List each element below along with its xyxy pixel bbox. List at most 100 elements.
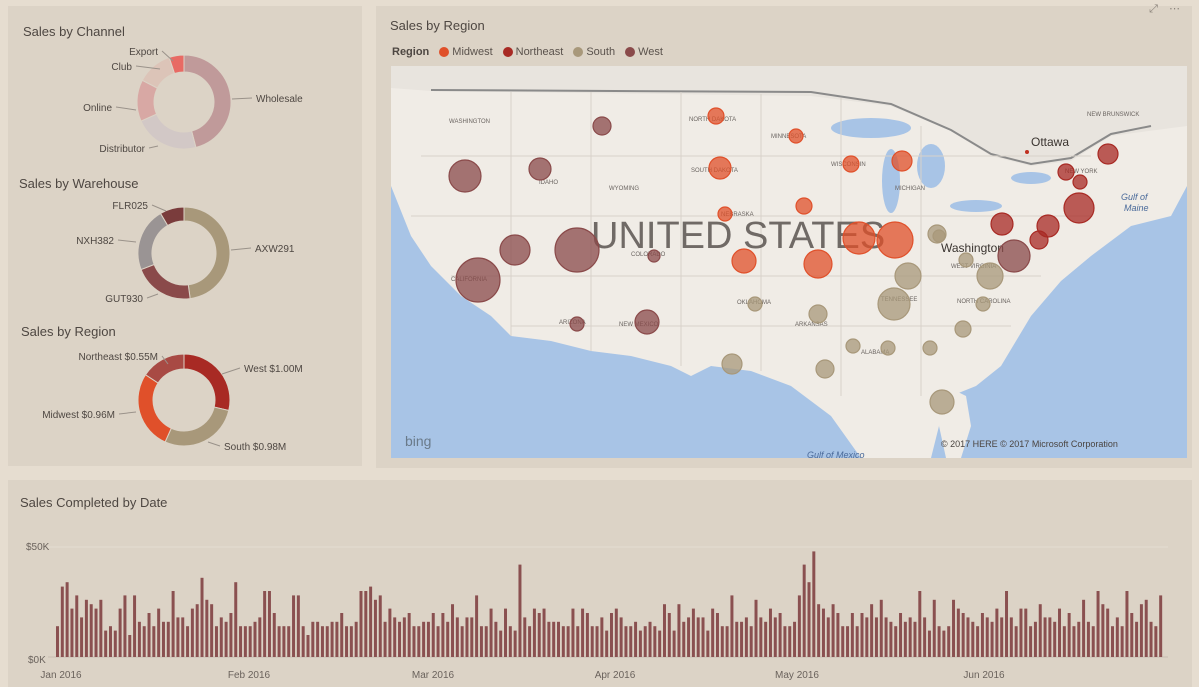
date-bar[interactable] — [1086, 621, 1090, 657]
date-bar[interactable] — [1000, 617, 1004, 657]
date-bar[interactable] — [316, 621, 320, 657]
date-bar[interactable] — [667, 613, 671, 657]
date-bar[interactable] — [870, 604, 874, 657]
date-bar[interactable] — [1005, 591, 1009, 657]
focus-mode-icon[interactable]: ⤢ ⋯ — [1149, 2, 1184, 16]
date-bar[interactable] — [773, 617, 777, 657]
date-bar[interactable] — [243, 626, 247, 657]
date-bar[interactable] — [484, 626, 488, 657]
date-bar[interactable] — [985, 617, 989, 657]
date-bar[interactable] — [1159, 595, 1163, 657]
map-bubble[interactable] — [877, 287, 911, 321]
map-bubble[interactable] — [876, 221, 914, 259]
date-bar[interactable] — [330, 621, 334, 657]
date-bar[interactable] — [94, 608, 98, 657]
date-bar[interactable] — [807, 582, 811, 657]
date-bar[interactable] — [561, 626, 565, 657]
date-bar[interactable] — [378, 595, 382, 657]
date-bar[interactable] — [768, 608, 772, 657]
legend-item-midwest[interactable]: Midwest — [439, 46, 493, 58]
date-bar[interactable] — [75, 595, 79, 657]
date-bar[interactable] — [253, 621, 257, 657]
date-bar[interactable] — [455, 617, 459, 657]
date-bar[interactable] — [451, 604, 455, 657]
date-bar[interactable] — [1154, 626, 1158, 657]
date-bar[interactable] — [393, 617, 397, 657]
date-bar[interactable] — [1053, 621, 1057, 657]
date-bar[interactable] — [248, 626, 252, 657]
map-bubble[interactable] — [808, 304, 828, 324]
date-bar[interactable] — [398, 621, 402, 657]
date-bar[interactable] — [402, 617, 406, 657]
date-bar[interactable] — [147, 613, 151, 657]
map-bubble[interactable] — [499, 234, 531, 266]
date-bar[interactable] — [292, 595, 296, 657]
date-bar[interactable] — [720, 626, 724, 657]
date-bar[interactable] — [431, 613, 435, 657]
date-bar[interactable] — [1082, 599, 1086, 657]
map-bubble[interactable] — [592, 116, 612, 136]
date-bar[interactable] — [475, 595, 479, 657]
date-bar[interactable] — [956, 608, 960, 657]
date-bar[interactable] — [1019, 608, 1023, 657]
map-bubble[interactable] — [842, 155, 860, 173]
date-bar[interactable] — [788, 626, 792, 657]
date-bar[interactable] — [961, 613, 965, 657]
map-bubble[interactable] — [803, 249, 833, 279]
date-bar[interactable] — [846, 626, 850, 657]
donut-slice[interactable] — [140, 263, 191, 300]
map-bubble[interactable] — [997, 239, 1031, 273]
date-bar[interactable] — [1101, 604, 1105, 657]
date-bar[interactable] — [1106, 608, 1110, 657]
date-bar[interactable] — [210, 604, 214, 657]
date-bar[interactable] — [706, 630, 710, 657]
date-bar[interactable] — [662, 604, 666, 657]
date-bar[interactable] — [460, 626, 464, 657]
donut-slice[interactable] — [137, 212, 169, 271]
date-bar[interactable] — [108, 626, 112, 657]
date-bar[interactable] — [1043, 617, 1047, 657]
date-bar[interactable] — [489, 608, 493, 657]
date-bar[interactable] — [879, 599, 883, 657]
map-bubble[interactable] — [891, 150, 913, 172]
date-bar[interactable] — [234, 582, 238, 657]
date-bar[interactable] — [687, 617, 691, 657]
date-bar[interactable] — [176, 617, 180, 657]
date-bar[interactable] — [927, 630, 931, 657]
date-bar[interactable] — [725, 626, 729, 657]
date-bar[interactable] — [971, 621, 975, 657]
date-bar[interactable] — [513, 630, 517, 657]
date-bar[interactable] — [590, 626, 594, 657]
date-bar[interactable] — [966, 617, 970, 657]
date-bar[interactable] — [566, 626, 570, 657]
date-bar[interactable] — [1009, 617, 1013, 657]
map-bubble[interactable] — [990, 212, 1014, 236]
date-bar[interactable] — [388, 608, 392, 657]
date-bar[interactable] — [691, 608, 695, 657]
map-bubble[interactable] — [795, 197, 813, 215]
date-bar[interactable] — [137, 621, 141, 657]
date-bar[interactable] — [537, 613, 541, 657]
date-bar[interactable] — [817, 604, 821, 657]
date-bar[interactable] — [272, 613, 276, 657]
date-bar[interactable] — [653, 626, 657, 657]
date-bar[interactable] — [504, 608, 508, 657]
map-bubble[interactable] — [721, 353, 743, 375]
date-bar[interactable] — [441, 613, 445, 657]
date-bar[interactable] — [528, 626, 532, 657]
date-bar[interactable] — [605, 630, 609, 657]
donut-slice[interactable] — [140, 113, 197, 150]
date-bar[interactable] — [677, 604, 681, 657]
legend-item-west[interactable]: West — [625, 46, 663, 58]
map-bubble[interactable] — [717, 206, 733, 222]
date-bar[interactable] — [354, 621, 358, 657]
date-bar[interactable] — [744, 617, 748, 657]
date-bar[interactable] — [1038, 604, 1042, 657]
date-bar[interactable] — [345, 626, 349, 657]
date-bar[interactable] — [195, 604, 199, 657]
date-bar[interactable] — [821, 608, 825, 657]
date-bar[interactable] — [84, 599, 88, 657]
donut-slice[interactable] — [164, 406, 230, 447]
date-bar[interactable] — [1120, 626, 1124, 657]
date-bar[interactable] — [831, 604, 835, 657]
